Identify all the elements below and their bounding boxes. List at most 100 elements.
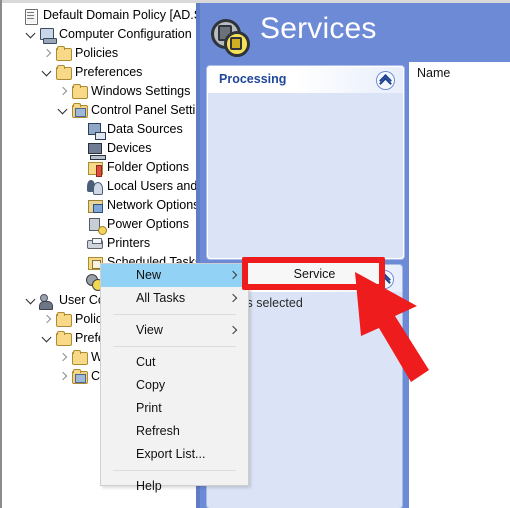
- tree-item-label: Windows Settings: [91, 84, 191, 98]
- context-menu[interactable]: New All Tasks View Cut Copy Print Refresh Expor…: [100, 263, 249, 493]
- tree-item-label: Network Options: [107, 198, 196, 212]
- folder-icon: [54, 311, 72, 328]
- user-icon: [38, 292, 56, 310]
- folder-icon: [70, 83, 88, 100]
- context-menu-item-label: Refresh: [136, 424, 180, 438]
- tree-item[interactable]: Power Options: [72, 215, 189, 235]
- tree-expander-placeholder: [72, 158, 86, 177]
- context-menu-item-label: Copy: [136, 378, 166, 392]
- tree-item-label: Default Domain Policy [AD.STD: [43, 8, 196, 22]
- tree-expander-right-icon[interactable]: [40, 44, 54, 63]
- folder-icon: [54, 45, 72, 62]
- column-header-name: Name: [417, 66, 451, 80]
- context-menu-item[interactable]: Print: [101, 397, 248, 420]
- context-menu-item-label: Print: [136, 401, 162, 415]
- tree-item[interactable]: Wi: [56, 348, 106, 367]
- context-menu-item[interactable]: Cut: [101, 351, 248, 374]
- tree-item-label: Control Panel Setting: [91, 103, 196, 117]
- chevron-right-icon: [228, 270, 238, 280]
- control-panel-folder-icon: [70, 102, 88, 119]
- context-menu-item[interactable]: View: [101, 319, 248, 342]
- processing-panel-header: Processing: [208, 67, 403, 93]
- tree-expander-placeholder: [72, 139, 86, 158]
- processing-panel-title: Processing: [219, 72, 287, 86]
- tree-expander-placeholder: [72, 120, 86, 139]
- tree-item[interactable]: Local Users and C: [72, 177, 196, 196]
- power-options-icon: [86, 216, 107, 235]
- context-menu-item[interactable]: New: [101, 264, 248, 287]
- context-menu-item-label: Cut: [136, 355, 156, 369]
- context-menu-item[interactable]: Help: [101, 475, 248, 498]
- tree-expander-placeholder: [72, 253, 86, 272]
- page-title: Services: [260, 12, 377, 45]
- tree-item[interactable]: Policies: [40, 44, 118, 63]
- tree-expander-down-icon[interactable]: [56, 101, 70, 120]
- services-gears-icon: [211, 19, 250, 57]
- tree-expander-placeholder: [72, 177, 86, 196]
- control-panel-folder-icon: [70, 368, 88, 385]
- data-sources-icon: [86, 121, 106, 140]
- results-banner: Services: [200, 3, 510, 62]
- context-menu-separator: [113, 314, 236, 315]
- context-menu-item-label: All Tasks: [136, 291, 186, 305]
- tree-item-label: Data Sources: [107, 122, 183, 136]
- tree-item[interactable]: Data Sources: [72, 120, 183, 140]
- tree-item[interactable]: Computer Configuration: [24, 25, 192, 44]
- tree-expander-down-icon[interactable]: [24, 291, 38, 310]
- tree-item[interactable]: Printers: [72, 234, 150, 253]
- tree-item-label: Folder Options: [107, 160, 189, 174]
- context-menu-item[interactable]: Copy: [101, 374, 248, 397]
- context-menu-item[interactable]: Export List...: [101, 443, 248, 466]
- chevron-right-icon: [228, 293, 238, 303]
- tree-expander-right-icon[interactable]: [56, 82, 70, 101]
- tree-expander-placeholder: [72, 215, 86, 234]
- tree-item-label: Policies: [75, 46, 119, 60]
- tree-item[interactable]: Control Panel Setting: [56, 101, 196, 120]
- context-menu-item[interactable]: Refresh: [101, 420, 248, 443]
- tree-item[interactable]: Preferences: [40, 63, 142, 82]
- tree-expander-placeholder: [72, 272, 86, 291]
- folder-icon: [54, 330, 72, 347]
- tree-expander-placeholder: [72, 196, 86, 215]
- devices-icon: [86, 140, 106, 160]
- tree-item[interactable]: Devices: [72, 139, 152, 160]
- tree-expander-right-icon[interactable]: [56, 348, 70, 367]
- context-menu-item-label: Export List...: [136, 447, 206, 461]
- tree-item[interactable]: Windows Settings: [56, 82, 190, 101]
- tree-expander-down-icon[interactable]: [40, 63, 54, 82]
- tree-expander-placeholder: [72, 234, 86, 253]
- tree-item-label: Power Options: [107, 217, 189, 231]
- tree-item-label: Devices: [107, 141, 152, 155]
- tree-expander-down-icon[interactable]: [40, 329, 54, 348]
- list-column-header[interactable]: Name: [409, 62, 510, 82]
- folder-icon: [70, 349, 88, 366]
- tree-expander-down-icon[interactable]: [24, 25, 38, 44]
- tree-item[interactable]: Default Domain Policy [AD.STD: [8, 6, 196, 25]
- local-users-icon: [86, 178, 104, 195]
- context-menu-item-label: View: [136, 323, 163, 337]
- tree-item-label: Computer Configuration: [59, 27, 192, 41]
- tree-item-label: Printers: [107, 236, 151, 250]
- policy-document-icon: [22, 7, 40, 25]
- chevron-up-icon[interactable]: [376, 71, 395, 90]
- tree-expander-right-icon[interactable]: [56, 367, 70, 386]
- context-menu-separator: [113, 346, 236, 347]
- context-menu-item[interactable]: All Tasks: [101, 287, 248, 310]
- printers-icon: [86, 235, 104, 252]
- context-menu-item-label: Help: [136, 479, 162, 493]
- tree-expander-right-icon[interactable]: [40, 310, 54, 329]
- folder-icon: [54, 64, 72, 81]
- computer-icon: [38, 26, 57, 44]
- processing-panel: Processing: [207, 66, 404, 259]
- folder-options-icon: [86, 159, 104, 177]
- network-options-icon: [86, 197, 104, 214]
- processing-panel-body: [208, 93, 403, 258]
- tree-item-label: Local Users and C: [107, 179, 196, 193]
- red-pointer-arrow: [355, 272, 429, 382]
- tree-expander-placeholder: [8, 6, 22, 25]
- mmc-window: Default Domain Policy [AD.STD Computer Co…: [0, 0, 510, 508]
- context-menu-item-label: New: [136, 268, 162, 282]
- tree-item[interactable]: Folder Options: [72, 158, 189, 177]
- tree-item[interactable]: Network Options: [72, 196, 196, 215]
- tree-item-label: Preferences: [75, 65, 143, 79]
